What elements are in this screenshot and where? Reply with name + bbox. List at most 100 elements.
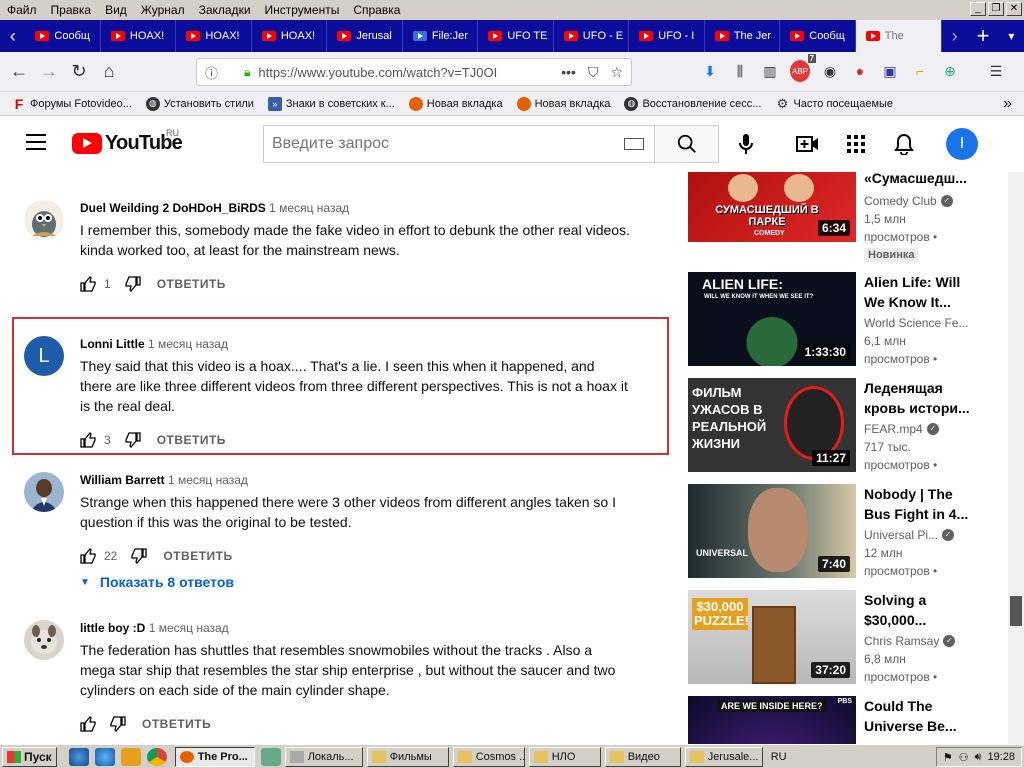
comment-author[interactable]: Lonni Little	[80, 337, 145, 351]
browser-tab[interactable]: Jerusal	[327, 20, 403, 52]
bookmark-item[interactable]: » Знаки в советских к...	[267, 96, 395, 111]
menu-bookmarks[interactable]: Закладки	[192, 3, 258, 17]
language-indicator[interactable]: RU	[771, 751, 787, 763]
channel-name[interactable]: World Science Fe...	[864, 314, 968, 332]
reply-button[interactable]: ОТВЕТИТЬ	[157, 433, 226, 447]
menu-file[interactable]: Файл	[0, 3, 44, 17]
apps-grid-icon[interactable]	[844, 132, 868, 156]
quicklaunch-media-icon[interactable]	[120, 747, 141, 766]
channel-name[interactable]: FEAR.mp4	[864, 420, 923, 438]
like-icon[interactable]	[80, 432, 96, 448]
recommended-video[interactable]: ALIEN LIFE: WILL WE KNOW IT WHEN WE SEE …	[688, 272, 1008, 366]
address-bar[interactable]: ⓘ 🔒︎ https://www.youtube.com/watch?v=TJ0…	[196, 58, 632, 86]
bookmark-item[interactable]: Новая вкладка	[516, 96, 610, 111]
dislike-icon[interactable]	[125, 432, 141, 448]
browser-tab[interactable]: UFO - I	[629, 20, 705, 52]
taskbar-button-firefox[interactable]: The Pro...	[174, 746, 255, 767]
channel-name[interactable]: Chris Ramsay	[864, 632, 939, 650]
comment-timestamp[interactable]: 1 месяц назад	[269, 201, 349, 215]
browser-tab[interactable]: UFO - E	[554, 20, 630, 52]
taskbar-button[interactable]: Видео	[604, 746, 681, 767]
recommended-video[interactable]: ФИЛЬМ УЖАСОВ В РЕАЛЬНОЙ ЖИЗНИ 11:27 Леде…	[688, 378, 1008, 472]
site-info-icon[interactable]: ⓘ	[205, 63, 218, 82]
account-avatar[interactable]: I	[946, 128, 978, 160]
dislike-icon[interactable]	[131, 548, 148, 564]
extension-icon[interactable]: ▣	[880, 60, 900, 82]
comment-author[interactable]: little boy :D	[80, 621, 145, 635]
quicklaunch-chrome-icon[interactable]	[146, 747, 167, 766]
video-thumbnail[interactable]: СУМАСШЕДШИЙ В ПАРКЕ COMEDY 6:34	[688, 172, 856, 242]
tabs-scroll-left-icon[interactable]: ‹	[0, 20, 25, 52]
search-box[interactable]	[263, 125, 655, 163]
comment-author[interactable]: Duel Weilding 2 DoHDoH_BiRDS	[80, 201, 266, 215]
dislike-icon[interactable]	[125, 276, 141, 292]
back-button[interactable]: ←	[4, 57, 34, 87]
create-video-icon[interactable]	[796, 132, 820, 156]
recommended-video[interactable]: СУМАСШЕДШИЙ В ПАРКЕ COMEDY 6:34 «Сумасше…	[688, 172, 1008, 266]
adblock-icon[interactable]: ABP 7	[790, 54, 816, 82]
browser-tab[interactable]: The Jer	[705, 20, 781, 52]
commenter-avatar[interactable]	[24, 472, 64, 512]
search-input[interactable]	[272, 135, 624, 153]
menu-icon[interactable]: ☰	[986, 60, 1006, 82]
browser-tab[interactable]: HOAX!	[252, 20, 328, 52]
bookmarks-overflow-icon[interactable]: »	[1003, 95, 1012, 113]
bookmark-item[interactable]: ◍ Установить стили	[145, 96, 254, 111]
like-icon[interactable]	[80, 716, 96, 732]
commenter-avatar[interactable]: L	[24, 336, 64, 376]
bookmark-item[interactable]: ⚙ Часто посещаемые	[775, 96, 893, 111]
like-icon[interactable]	[80, 276, 96, 292]
new-tab-button[interactable]: +	[967, 20, 998, 52]
video-title[interactable]: Solving a $30,000...	[864, 590, 1004, 630]
forward-button[interactable]: →	[34, 57, 64, 87]
minimize-button[interactable]: _	[970, 2, 986, 16]
close-window-button[interactable]: ✕	[1006, 2, 1022, 16]
extension-icon[interactable]: ◉	[820, 60, 840, 82]
menu-view[interactable]: Вид	[98, 3, 134, 17]
browser-tab[interactable]: File:Jer	[403, 20, 479, 52]
page-actions-icon[interactable]: •••	[561, 64, 576, 81]
browser-tab[interactable]: HOAX!	[101, 20, 177, 52]
video-thumbnail[interactable]: ФИЛЬМ УЖАСОВ В РЕАЛЬНОЙ ЖИЗНИ 11:27	[688, 378, 856, 472]
network-icon[interactable]: ⚇	[959, 751, 969, 764]
list-all-tabs-icon[interactable]: ▾	[999, 20, 1024, 52]
reply-button[interactable]: ОТВЕТИТЬ	[157, 277, 226, 291]
channel-name[interactable]: Comedy Club	[864, 192, 937, 210]
browser-tab-active[interactable]: The	[855, 20, 942, 52]
page-scrollbar[interactable]	[1008, 172, 1024, 744]
keyboard-icon[interactable]	[624, 138, 644, 150]
home-button[interactable]: ⌂	[94, 57, 124, 87]
restore-button[interactable]: ❐	[988, 2, 1004, 16]
browser-tab[interactable]: UFO TE	[478, 20, 554, 52]
microphone-icon[interactable]	[734, 132, 758, 156]
recommended-video[interactable]: UNIVERSAL 7:40 Nobody | The Bus Fight in …	[688, 484, 1008, 578]
youtube-logo[interactable]: YouTube RU	[72, 128, 183, 155]
sidebar-icon[interactable]: ▥	[760, 60, 780, 82]
bookmark-item[interactable]: F Форумы Fotovideo...	[12, 96, 132, 112]
comment-timestamp[interactable]: 1 месяц назад	[149, 621, 229, 635]
quicklaunch-ie-icon[interactable]	[94, 747, 115, 766]
browser-tab[interactable]: Сообщ	[25, 20, 101, 52]
scrollbar-thumb[interactable]	[1010, 596, 1022, 626]
comment-timestamp[interactable]: 1 месяц назад	[148, 337, 228, 351]
video-title[interactable]: Леденящая кровь истори...	[864, 378, 1004, 418]
volume-icon[interactable]: 🔊︎	[975, 751, 982, 764]
comment-author[interactable]: William Barrett	[80, 473, 165, 487]
browser-tab[interactable]: HOAX!	[176, 20, 252, 52]
comment-timestamp[interactable]: 1 месяц назад	[168, 473, 248, 487]
bookmark-star-icon[interactable]: ☆	[610, 64, 623, 81]
guide-menu-icon[interactable]	[26, 134, 46, 150]
video-thumbnail[interactable]: ALIEN LIFE: WILL WE KNOW IT WHEN WE SEE …	[688, 272, 856, 366]
menu-help[interactable]: Справка	[346, 3, 407, 17]
tabs-scroll-right-icon[interactable]: ›	[942, 20, 967, 52]
recommended-video[interactable]: $30,000 PUZZLE! 37:20 Solving a $30,000..…	[688, 590, 1008, 684]
video-title[interactable]: «Сумасшедш...	[864, 172, 1004, 188]
reply-button[interactable]: ОТВЕТИТЬ	[142, 717, 211, 731]
bookmark-item[interactable]: Новая вкладка	[408, 96, 503, 111]
downloads-icon[interactable]: ⬇	[700, 60, 720, 82]
start-button[interactable]: Пуск	[2, 746, 57, 767]
quicklaunch-earth-icon[interactable]	[68, 747, 89, 766]
clock[interactable]: 19:28	[987, 751, 1015, 763]
reply-button[interactable]: ОТВЕТИТЬ	[163, 549, 232, 563]
menu-tools[interactable]: Инструменты	[258, 3, 347, 17]
